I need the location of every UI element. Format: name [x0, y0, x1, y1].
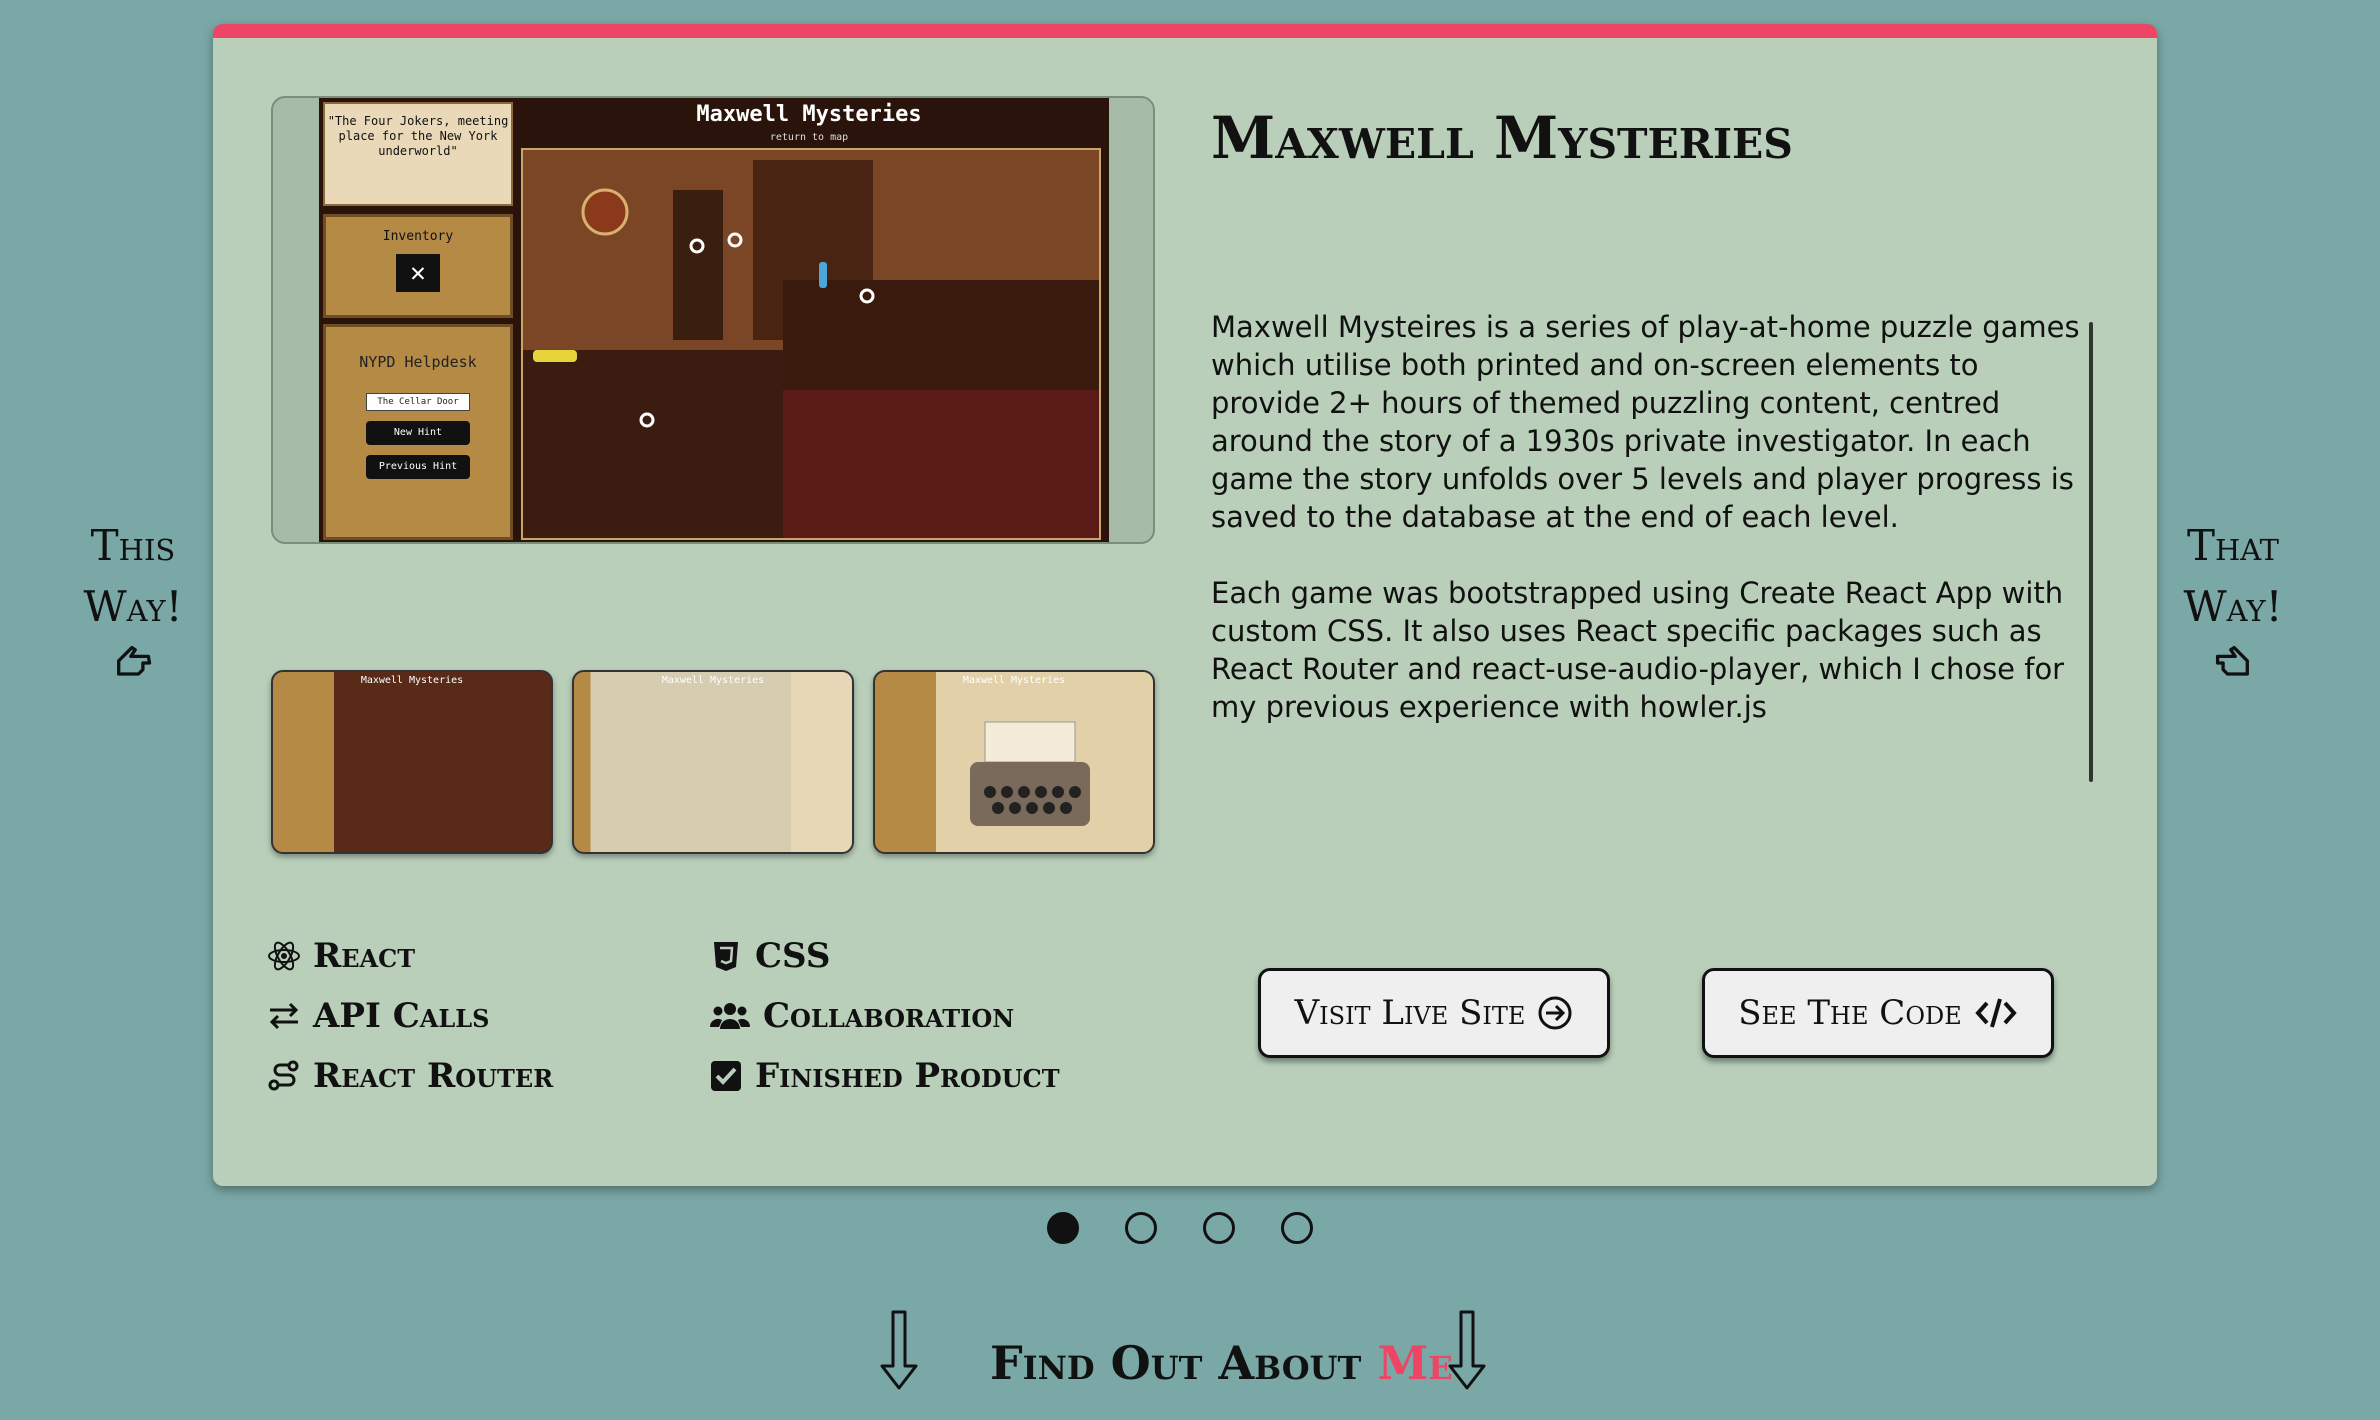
previous-nav-line2: Way!: [83, 582, 183, 631]
visit-live-site-button[interactable]: Visit Live Site: [1258, 968, 1610, 1058]
arrow-down-icon: [880, 1310, 918, 1390]
tech-label: API Calls: [313, 996, 490, 1036]
screenshot-inventory-label: Inventory: [382, 229, 454, 244]
description-paragraph-1: Maxwell Mysteires is a series of play-at…: [1211, 310, 2080, 534]
visit-live-site-label: Visit Live Site: [1294, 993, 1526, 1033]
next-nav-line2: Way!: [2183, 582, 2283, 631]
next-nav-line1: That: [2186, 521, 2279, 570]
tech-label: Collaboration: [763, 996, 1015, 1036]
screenshot-inventory: Inventory ✕: [323, 214, 513, 318]
previous-nav-line1: This: [90, 521, 176, 570]
css3-icon: [714, 942, 738, 971]
arrow-circle-right-icon: [1538, 996, 1572, 1030]
main-screenshot[interactable]: "The Four Jokers, meeting place for the …: [271, 96, 1155, 544]
description-paragraph-2: Each game was bootstrapped using Create …: [1211, 576, 2065, 724]
thumbnail-2[interactable]: Maxwell Mysteries: [572, 670, 854, 854]
thumbnail-3[interactable]: Maxwell Mysteries: [873, 670, 1155, 854]
screenshot-previous-hint: Previous Hint: [366, 455, 470, 479]
see-the-code-label: See The Code: [1738, 993, 1962, 1033]
tech-label: Finished Product: [755, 1056, 1060, 1096]
typewriter-illustration: [970, 721, 1090, 826]
tech-item-react-router: React Router: [267, 1054, 553, 1098]
bar-room-illustration: [523, 150, 1099, 538]
route-icon: [268, 1060, 299, 1091]
carousel-dot-4[interactable]: [1281, 1212, 1313, 1244]
tech-item-css: CSS: [709, 934, 830, 978]
screenshot-helpdesk: NYPD Helpdesk The Cellar Door New Hint P…: [323, 324, 513, 540]
screenshot-helpdesk-select: The Cellar Door: [366, 393, 470, 411]
thumbnail-1[interactable]: Maxwell Mysteries: [271, 670, 553, 854]
screenshot-helpdesk-label: NYPD Helpdesk: [359, 353, 477, 371]
arrow-down-icon: [1448, 1310, 1486, 1390]
screenshot-game-subtitle: return to map: [769, 132, 849, 143]
code-icon: [1975, 998, 2017, 1028]
tech-item-finished-product: Finished Product: [709, 1054, 1060, 1098]
thumbnail-strip: Maxwell Mysteries Maxwell Mysteries Maxw…: [271, 670, 1155, 854]
tech-item-react: React: [267, 934, 415, 978]
see-the-code-button[interactable]: See The Code: [1702, 968, 2054, 1058]
hand-pointing-right-icon: [2215, 645, 2249, 676]
project-description[interactable]: Maxwell Mysteires is a series of play-at…: [1211, 308, 2081, 764]
description-scrollbar[interactable]: [2089, 322, 2093, 782]
project-title: Maxwell Mysteries: [1211, 104, 1793, 172]
hand-pointing-left-icon: [117, 645, 152, 676]
game-screenshot: "The Four Jokers, meeting place for the …: [319, 98, 1109, 542]
screenshot-game-title: Maxwell Mysteries: [696, 102, 922, 127]
next-project-nav[interactable]: That Way!: [2158, 515, 2308, 685]
screenshot-quote: "The Four Jokers, meeting place for the …: [323, 102, 513, 206]
tech-label: React: [313, 936, 416, 976]
thumbnail-caption: Maxwell Mysteries: [661, 675, 765, 686]
tech-item-api-calls: API Calls: [267, 994, 489, 1038]
thumbnail-caption: Maxwell Mysteries: [360, 675, 464, 686]
carousel-dot-1[interactable]: [1047, 1212, 1079, 1244]
find-out-prefix: Find Out About: [990, 1336, 1378, 1390]
tech-item-collaboration: Collaboration: [709, 994, 1014, 1038]
check-square-icon: [711, 1061, 741, 1091]
project-card: "The Four Jokers, meeting place for the …: [213, 24, 2157, 1186]
screenshot-new-hint: New Hint: [366, 421, 470, 445]
carousel-dot-2[interactable]: [1125, 1212, 1157, 1244]
exchange-arrows-icon: [269, 1002, 299, 1030]
thumbnail-caption: Maxwell Mysteries: [962, 675, 1066, 686]
find-out-accent: Me: [1377, 1336, 1453, 1390]
find-out-section: Find Out About Me: [0, 1310, 2380, 1410]
previous-project-nav[interactable]: This Way!: [58, 515, 208, 685]
tech-label: CSS: [755, 936, 831, 976]
tech-label: React Router: [313, 1056, 554, 1096]
users-icon: [709, 1003, 751, 1029]
screenshot-room-scene: [521, 148, 1101, 540]
carousel-dot-3[interactable]: [1203, 1212, 1235, 1244]
react-icon: [268, 941, 300, 971]
close-icon: ✕: [396, 254, 440, 292]
find-out-about-me-link[interactable]: Find Out About Me: [990, 1336, 1453, 1390]
